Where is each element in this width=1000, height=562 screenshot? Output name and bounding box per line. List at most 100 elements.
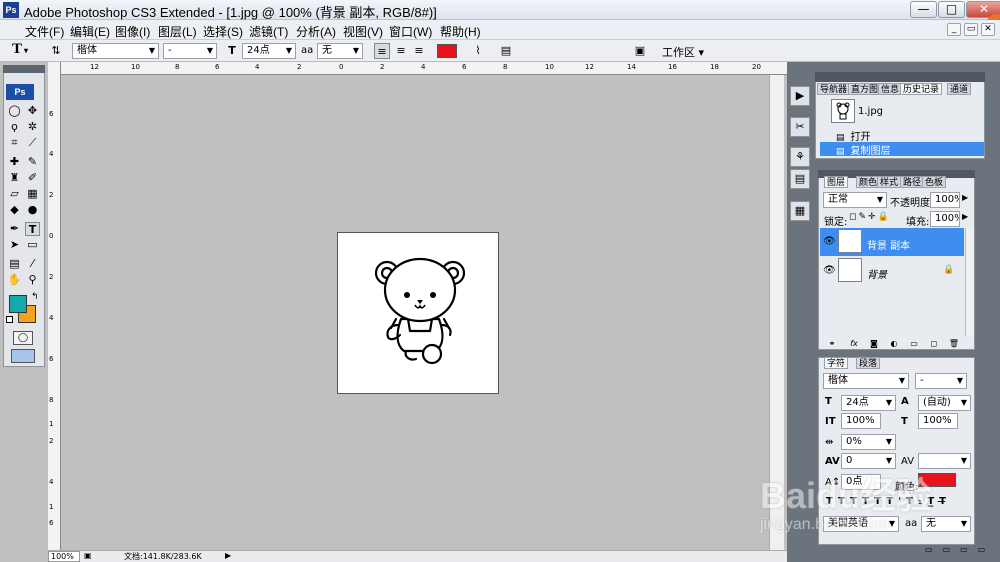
maximize-button[interactable]: □ — [938, 1, 965, 18]
menu-image[interactable]: 图像(I) — [115, 23, 150, 40]
align-left-icon[interactable]: ≡ — [374, 43, 390, 59]
crop-tool-icon[interactable]: ⌗ — [7, 136, 22, 150]
quick-mask-icon[interactable]: ◯ — [13, 331, 33, 345]
tab-info[interactable]: 信息 — [878, 83, 903, 95]
menu-filter[interactable]: 滤镜(T) — [249, 23, 288, 40]
antialias-select[interactable]: 无 ▼ — [317, 43, 363, 59]
dock-navigator-icon[interactable]: ▶ — [790, 86, 810, 106]
menu-window[interactable]: 窗口(W) — [389, 23, 432, 40]
menu-select[interactable]: 选择(S) — [203, 23, 243, 40]
magic-wand-tool-icon[interactable]: ✲ — [25, 120, 40, 134]
blur-tool-icon[interactable]: ◆ — [7, 203, 22, 217]
dock-layer-comps-icon[interactable]: ▦ — [790, 201, 810, 221]
tab-swatches[interactable]: 色板 — [922, 176, 947, 188]
eye-icon[interactable]: 👁 — [823, 236, 836, 247]
pen-tool-icon[interactable]: ✒ — [7, 222, 22, 236]
doc-minimize-button[interactable]: _ — [947, 23, 961, 36]
fx-icon[interactable]: fx — [848, 338, 860, 350]
menu-layer[interactable]: 图层(L) — [158, 23, 197, 40]
dodge-tool-icon[interactable]: ● — [25, 203, 40, 217]
text-color-swatch[interactable] — [437, 44, 457, 58]
slice-tool-icon[interactable]: ⟋ — [25, 136, 40, 150]
history-brush-tool-icon[interactable]: ✐ — [25, 171, 40, 185]
fill-input[interactable]: 100% — [930, 211, 960, 227]
align-center-icon[interactable]: ≡ — [393, 43, 409, 59]
opacity-dropdown-icon[interactable]: ▶ — [962, 193, 968, 202]
menu-view[interactable]: 视图(V) — [343, 23, 383, 40]
char-font-family-select[interactable]: 楷体 ▼ — [823, 373, 909, 389]
font-style-select[interactable]: - ▼ — [163, 43, 217, 59]
zoom-tool-icon[interactable]: ⚲ — [25, 273, 40, 287]
path-selection-tool-icon[interactable]: ➤ — [7, 238, 22, 252]
swap-colors-icon[interactable]: ↰ — [31, 292, 39, 302]
tab-character[interactable]: 字符 — [824, 357, 849, 369]
doc-close-button[interactable]: ✕ — [981, 23, 995, 36]
warp-text-icon[interactable]: ⌇ — [470, 43, 486, 59]
tracking-select[interactable]: ▼ — [918, 453, 971, 469]
kerning-select[interactable]: 0 ▼ — [841, 453, 896, 469]
move-tool-icon[interactable]: ✥ — [25, 104, 40, 118]
screen-mode-icon[interactable] — [11, 349, 35, 363]
tab-styles[interactable]: 样式 — [877, 176, 902, 188]
char-font-size-select[interactable]: 24点 ▼ — [841, 395, 896, 411]
mask-icon[interactable]: ◙ — [868, 338, 880, 350]
history-item-duplicate-layer[interactable]: ▤ 复制图层 — [820, 142, 984, 157]
tab-histogram[interactable]: 直方图 — [848, 83, 882, 95]
text-orientation-icon[interactable]: ⇅ — [48, 43, 64, 59]
trash-icon[interactable]: 🗑 — [948, 338, 960, 350]
leading-select[interactable]: (自动) ▼ — [918, 395, 971, 411]
adjustment-icon[interactable]: ◐ — [888, 338, 900, 350]
status-menu-arrow-icon[interactable]: ▶ — [225, 551, 231, 560]
healing-brush-tool-icon[interactable]: ✚ — [7, 155, 22, 169]
type-tool-icon[interactable]: T — [25, 222, 40, 236]
notes-tool-icon[interactable]: ▤ — [7, 257, 22, 271]
eye-icon[interactable]: 👁 — [823, 265, 836, 276]
dock-tools-icon[interactable]: ✂ — [790, 117, 810, 137]
toolbox-header[interactable] — [3, 65, 45, 73]
menu-file[interactable]: 文件(F) — [25, 23, 64, 40]
text-tool-preset[interactable]: T ▾ — [12, 41, 28, 58]
minimize-button[interactable]: — — [910, 1, 937, 18]
folder-icon[interactable]: ▭ — [908, 338, 920, 350]
tab-navigator[interactable]: 导航器 — [817, 83, 851, 95]
align-right-icon[interactable]: ≡ — [411, 43, 427, 59]
fill-dropdown-icon[interactable]: ▶ — [962, 212, 968, 221]
menu-help[interactable]: 帮助(H) — [440, 23, 481, 40]
faux-style-buttons[interactable]: TTTTTT'T₁T̲T̶ — [826, 496, 951, 507]
clone-stamp-tool-icon[interactable]: ♜ — [7, 171, 22, 185]
opacity-input[interactable]: 100% — [930, 192, 960, 208]
eyedropper-tool-icon[interactable]: ⁄ — [25, 257, 40, 271]
shape-tool-icon[interactable]: ▭ — [25, 238, 40, 252]
dock-clone-icon[interactable]: ⚘ — [790, 147, 810, 167]
history-panel-header[interactable] — [815, 72, 985, 82]
language-select[interactable]: 美国英语 ▼ — [823, 516, 899, 532]
gradient-tool-icon[interactable]: ▦ — [25, 187, 40, 201]
character-panel-toggle-icon[interactable]: ▤ — [498, 43, 514, 59]
tab-paragraph[interactable]: 段落 — [856, 357, 881, 369]
horizontal-scale-input[interactable]: 100% — [918, 413, 958, 429]
workspace-menu[interactable]: 工作区 ▾ — [662, 44, 704, 60]
history-item-open[interactable]: ▤ 打开 — [820, 128, 980, 143]
font-size-select[interactable]: 24点 ▼ — [242, 43, 296, 59]
menu-edit[interactable]: 编辑(E) — [70, 23, 110, 40]
tab-layers[interactable]: 图层 — [824, 176, 849, 188]
document-canvas[interactable] — [337, 232, 499, 394]
panel-footer-icons[interactable]: ▭▭▭▭ — [925, 545, 995, 554]
menu-analysis[interactable]: 分析(A) — [296, 23, 336, 40]
blend-mode-select[interactable]: 正常 ▼ — [823, 192, 887, 208]
status-icon[interactable]: ▣ — [84, 551, 96, 561]
char-color-swatch[interactable] — [918, 473, 956, 487]
zoom-level-field[interactable]: 100% — [48, 551, 80, 562]
char-antialias-select[interactable]: 无 ▼ — [921, 516, 971, 532]
new-layer-icon[interactable]: ◻ — [928, 338, 940, 350]
vertical-scrollbar[interactable] — [769, 75, 784, 550]
doc-restore-button[interactable]: ▭ — [964, 23, 978, 36]
baseline-shift-input[interactable]: 0点 — [841, 474, 881, 490]
foreground-color-swatch[interactable] — [9, 295, 27, 313]
vertical-scale-input[interactable]: 100% — [841, 413, 881, 429]
font-family-select[interactable]: 楷体 ▼ — [72, 43, 159, 59]
layers-scrollbar[interactable] — [965, 228, 974, 336]
default-colors-icon[interactable] — [6, 316, 13, 323]
tab-paths[interactable]: 路径 — [900, 176, 925, 188]
lasso-tool-icon[interactable]: ϙ — [7, 120, 22, 134]
